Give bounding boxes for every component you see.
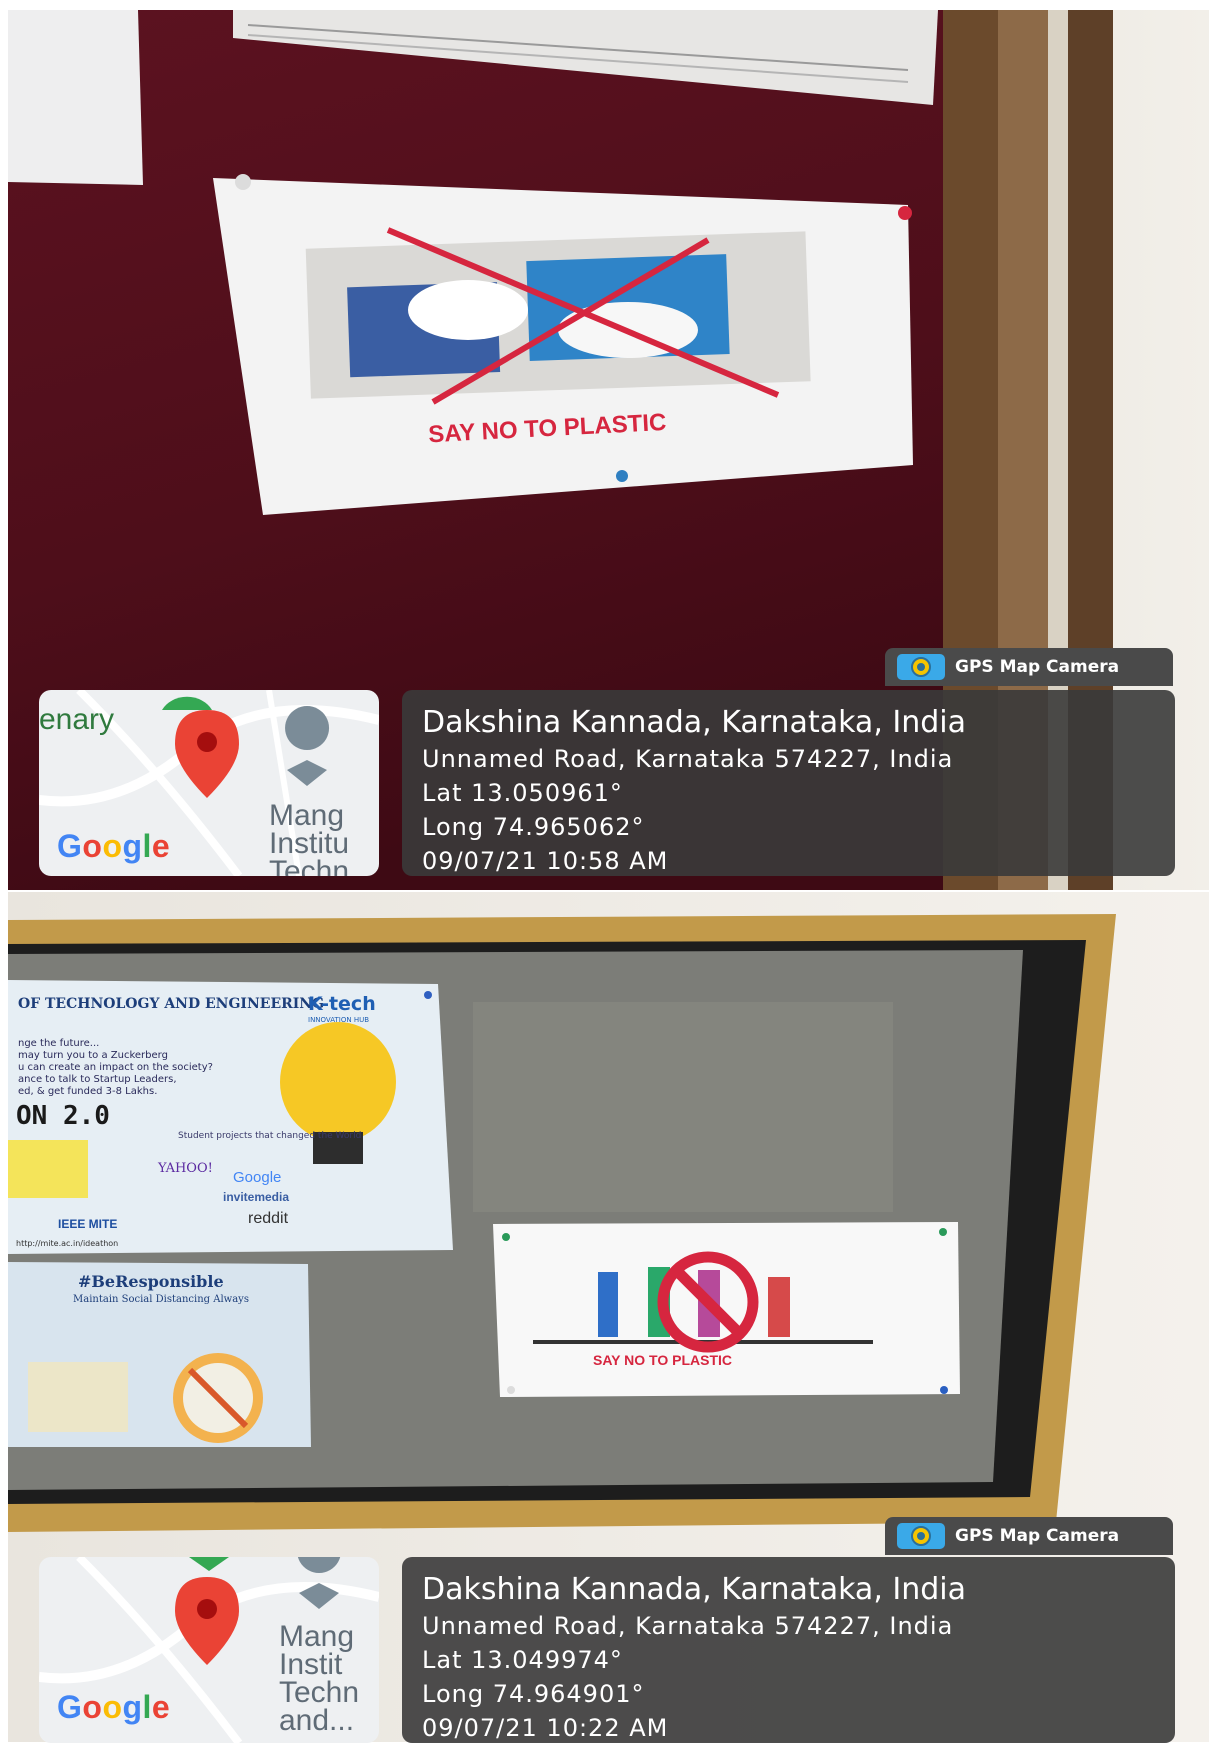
poster-say-no-to-plastic-2 — [493, 1222, 960, 1397]
latitude: Lat 13.050961° — [422, 779, 623, 807]
poster-line: ance to talk to Startup Leaders, — [18, 1074, 177, 1085]
poster-line: u can create an impact on the society? — [18, 1062, 213, 1073]
gps-camera-badge: GPS Map Camera — [885, 648, 1173, 686]
ktech-brand: K-tech — [308, 993, 376, 1015]
push-pin — [616, 470, 628, 482]
poster-slogan: SAY NO TO PLASTIC — [593, 1352, 732, 1368]
gps-camera-label: GPS Map Camera — [955, 1526, 1120, 1546]
map-institute-label: Mang Instit Techn and... — [279, 1623, 360, 1735]
location-title: Dakshina Kannada, Karnataka, India — [422, 705, 967, 740]
paper-top-left — [8, 10, 143, 185]
gps-camera-label: GPS Map Camera — [955, 657, 1120, 677]
poster-side-text: Student projects that changed the World — [178, 1131, 361, 1141]
map-institute-label: Mang Institu Techn — [269, 802, 350, 876]
lightbulb-icon — [280, 1022, 396, 1142]
map-pin-icon — [175, 710, 239, 798]
push-pin — [898, 206, 912, 220]
google-mini-logo: Google — [233, 1169, 281, 1186]
poster-line: ed, & get funded 3-8 Lakhs. — [18, 1086, 157, 1097]
poster-url: http://mite.ac.in/ideathon — [16, 1239, 118, 1248]
location-info-panel: Dakshina Kannada, Karnataka, India Unnam… — [402, 690, 1175, 876]
poster-subtitle: Maintain Social Distancing Always — [73, 1294, 249, 1305]
timestamp: 09/07/21 10:22 AM — [422, 1714, 669, 1742]
longitude: Long 74.964901° — [422, 1680, 645, 1708]
latitude: Lat 13.049974° — [422, 1646, 623, 1674]
ieee-logo: IEEE MITE — [58, 1217, 117, 1231]
event-name: ON 2.0 — [16, 1101, 110, 1131]
reddit-logo: reddit — [248, 1210, 289, 1227]
gps-map-camera-icon — [897, 1523, 945, 1549]
map-thumbnail: Mang Instit Techn and... Google — [39, 1557, 379, 1743]
gps-camera-badge: GPS Map Camera — [885, 1517, 1173, 1555]
address-line: Unnamed Road, Karnataka 574227, India — [422, 745, 954, 773]
timestamp: 09/07/21 10:58 AM — [422, 847, 669, 875]
poster-line: may turn you to a Zuckerberg — [18, 1050, 168, 1061]
address-line: Unnamed Road, Karnataka 574227, India — [422, 1612, 954, 1640]
map-pin-icon — [175, 1577, 239, 1665]
gps-map-camera-icon — [897, 654, 945, 680]
institute-marker-icon — [285, 706, 330, 750]
institute-marker-icon — [297, 1557, 341, 1573]
invitemedia-logo: invitemedia — [223, 1190, 289, 1204]
longitude: Long 74.965062° — [422, 813, 645, 841]
google-logo: Google — [57, 1689, 171, 1725]
poster-line: nge the future... — [18, 1038, 99, 1049]
location-title: Dakshina Kannada, Karnataka, India — [422, 1572, 967, 1607]
poster-header: OF TECHNOLOGY AND ENGINEERING — [18, 996, 324, 1012]
map-thumbnail: enary Mang Institu Techn Google — [39, 690, 379, 876]
map-place-label: enary — [39, 703, 115, 736]
push-pin — [235, 174, 251, 190]
poster-title: #BeResponsible — [78, 1272, 224, 1291]
yahoo-logo: YAHOO! — [157, 1161, 213, 1176]
location-info-panel: Dakshina Kannada, Karnataka, India Unnam… — [402, 1557, 1175, 1743]
google-logo: Google — [57, 828, 171, 864]
